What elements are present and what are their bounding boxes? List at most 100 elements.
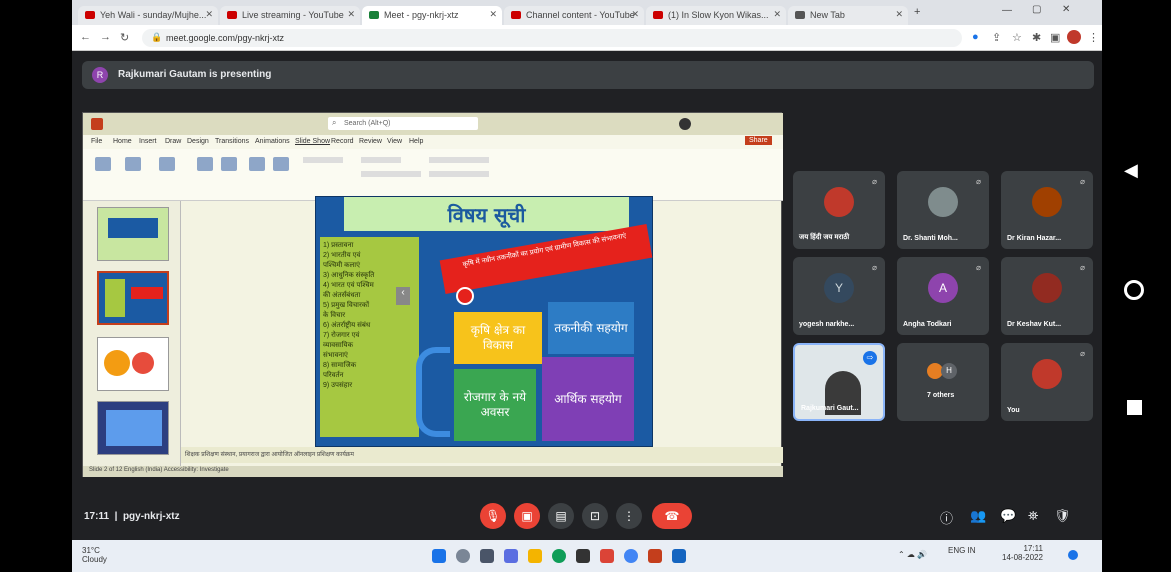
star-icon[interactable]: ☆	[1012, 31, 1022, 44]
slide-thumbnail[interactable]	[97, 401, 169, 455]
camera-indicator-icon[interactable]: ●	[972, 31, 979, 43]
ribbon-option[interactable]	[361, 157, 401, 163]
menu-slide-show[interactable]: Slide Show	[295, 138, 330, 145]
participant-tile[interactable]: ⌀ A Angha Todkari	[897, 257, 989, 335]
task-view-icon[interactable]	[480, 549, 494, 563]
record-icon[interactable]	[273, 157, 289, 171]
chat-app-icon[interactable]	[504, 549, 518, 563]
slide-thumbnail-selected[interactable]	[97, 271, 169, 325]
language-indicator[interactable]: ENG IN	[948, 546, 976, 555]
menu-help[interactable]: Help	[409, 138, 423, 145]
menu-view[interactable]: View	[387, 138, 402, 145]
slide-thumbnail[interactable]	[97, 207, 169, 261]
new-tab-plus-icon[interactable]: +	[914, 6, 920, 18]
people-icon[interactable]: 👥	[970, 508, 986, 524]
ribbon-option[interactable]	[429, 171, 489, 177]
browser-tab[interactable]: Yeh Wali - sunday/Mujhe... ✕	[78, 6, 218, 25]
setup-slideshow-icon[interactable]	[197, 157, 213, 171]
from-beginning-icon[interactable]	[95, 157, 111, 171]
menu-insert[interactable]: Insert	[139, 138, 157, 145]
menu-design[interactable]: Design	[187, 138, 209, 145]
camera-toggle-button[interactable]: ▣	[514, 503, 540, 529]
present-button[interactable]: ⊡	[582, 503, 608, 529]
rehearse-icon[interactable]	[249, 157, 265, 171]
menu-record[interactable]: Record	[331, 138, 354, 145]
powerpoint-taskbar-icon[interactable]	[648, 549, 662, 563]
close-icon[interactable]: ✕	[347, 9, 355, 20]
store-icon[interactable]	[576, 549, 590, 563]
close-icon[interactable]: ✕	[773, 9, 781, 20]
back-icon[interactable]: ←	[80, 31, 91, 43]
ribbon-option[interactable]	[361, 171, 421, 177]
from-current-icon[interactable]	[125, 157, 141, 171]
activities-icon[interactable]: ⛯	[1028, 508, 1038, 524]
browser-tab[interactable]: Live streaming - YouTube ✕	[220, 6, 360, 25]
share-icon[interactable]: ⇪	[992, 31, 1001, 44]
browser-tab[interactable]: Channel content - YouTube ✕	[504, 6, 644, 25]
menu-draw[interactable]: Draw	[165, 138, 181, 145]
maximize-icon[interactable]: ▢	[1032, 4, 1041, 15]
app-icon[interactable]	[672, 549, 686, 563]
close-icon[interactable]: ✕	[205, 9, 213, 20]
file-explorer-icon[interactable]	[528, 549, 542, 563]
info-icon[interactable]: ⓘ	[940, 508, 953, 527]
participant-tile-others[interactable]: H 7 others	[897, 343, 989, 421]
android-recents-icon[interactable]	[1127, 400, 1142, 415]
browser-tab-active[interactable]: Meet - pgy-nkrj-xtz ✕	[362, 6, 502, 25]
address-input[interactable]: 🔒 meet.google.com/pgy-nkrj-xtz	[142, 29, 962, 47]
leave-call-button[interactable]: ☎	[652, 503, 692, 529]
participant-tile[interactable]: ⌀ जय हिंदी जय मराठी	[793, 171, 885, 249]
mic-off-icon: ⌀	[1080, 349, 1085, 358]
menu-animations[interactable]: Animations	[255, 138, 290, 145]
reload-icon[interactable]: ↻	[120, 31, 129, 44]
search-icon[interactable]	[456, 549, 470, 563]
custom-show-icon[interactable]	[159, 157, 175, 171]
close-icon[interactable]: ✕	[631, 9, 639, 20]
edge-icon[interactable]	[552, 549, 566, 563]
menu-dots-icon[interactable]: ⋮	[1088, 31, 1099, 44]
menu-home[interactable]: Home	[113, 138, 132, 145]
start-icon[interactable]	[432, 549, 446, 563]
powerpoint-title-bar: ⌕ Search (Alt+Q)	[83, 113, 783, 135]
menu-file[interactable]: File	[91, 138, 102, 145]
ribbon-option[interactable]	[429, 157, 489, 163]
browser-tab[interactable]: (1) In Slow Kyon Wikas... ✕	[646, 6, 786, 25]
tray-icons[interactable]: ⌃ ☁ 🔊	[898, 550, 927, 559]
forward-icon[interactable]: →	[100, 31, 111, 43]
notification-icon[interactable]	[1068, 550, 1078, 560]
browser-tab[interactable]: New Tab ✕	[788, 6, 908, 25]
chrome-icon[interactable]	[624, 549, 638, 563]
taskbar-clock[interactable]: 17:11 14-08-2022	[1002, 544, 1043, 562]
more-options-button[interactable]: ⋮	[616, 503, 642, 529]
android-back-icon[interactable]: ◀	[1124, 160, 1138, 181]
minimize-icon[interactable]: —	[1002, 5, 1012, 16]
close-icon[interactable]: ✕	[895, 9, 903, 20]
window-close-icon[interactable]: ✕	[1062, 4, 1070, 15]
ribbon-option[interactable]	[303, 157, 343, 163]
prev-slide-arrow-icon[interactable]: ‹	[396, 287, 410, 305]
host-controls-icon[interactable]: 🛡	[1054, 508, 1071, 524]
chat-icon[interactable]: 💬	[1000, 508, 1016, 524]
close-icon[interactable]: ✕	[489, 9, 497, 20]
share-button[interactable]: Share	[745, 136, 772, 145]
extensions-icon[interactable]: ✱	[1032, 31, 1041, 44]
avatar[interactable]	[679, 118, 691, 130]
participant-tile[interactable]: ⌀ Dr Keshav Kut...	[1001, 257, 1093, 335]
participant-tile[interactable]: ⌀ Dr Kiran Hazar...	[1001, 171, 1093, 249]
profile-avatar[interactable]	[1067, 30, 1081, 44]
sidebar-icon[interactable]: ▣	[1050, 31, 1060, 44]
ppt-search-input[interactable]: ⌕ Search (Alt+Q)	[328, 117, 478, 130]
menu-transitions[interactable]: Transitions	[215, 138, 249, 145]
participant-tile-self[interactable]: ⌀ You	[1001, 343, 1093, 421]
captions-button[interactable]: ▤	[548, 503, 574, 529]
mic-toggle-button[interactable]: 🎙	[480, 503, 506, 529]
menu-review[interactable]: Review	[359, 138, 382, 145]
participant-tile[interactable]: ⌀ Dr. Shanti Moh...	[897, 171, 989, 249]
office-icon[interactable]	[600, 549, 614, 563]
hide-slide-icon[interactable]	[221, 157, 237, 171]
participant-tile-presenter[interactable]: ⇨ Rajkumari Gaut...	[793, 343, 885, 421]
slide-thumbnail[interactable]	[97, 337, 169, 391]
participant-tile[interactable]: ⌀ Y yogesh narkhe...	[793, 257, 885, 335]
weather-widget[interactable]: 31°C Cloudy	[82, 546, 107, 564]
android-home-icon[interactable]	[1124, 280, 1144, 300]
